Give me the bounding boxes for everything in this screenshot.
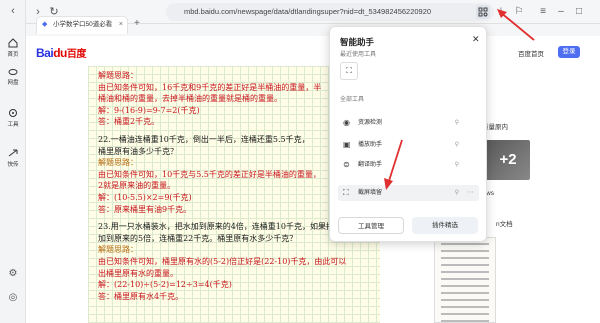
logo-cn: 百度	[66, 49, 87, 60]
tool-label: 资源检测	[358, 120, 383, 126]
tool-play-assistant[interactable]: ▣ 播放助手 ⚲	[338, 137, 479, 153]
tool-label: 播放助手	[358, 142, 383, 148]
rail-item-transfer[interactable]: 快传	[0, 148, 26, 168]
minimize-icon: –	[558, 6, 564, 17]
pin-icon[interactable]: ⚲	[455, 137, 459, 153]
close-tab-icon[interactable]: ×	[119, 17, 123, 33]
rail-label: 工具	[7, 122, 19, 128]
rail-label: 快传	[7, 162, 19, 168]
close-icon[interactable]: ✕	[472, 34, 480, 45]
extension-toolbar: ⤓ ⚐ ≡ – □	[470, 0, 600, 24]
rail-label: 首页	[7, 52, 19, 58]
pin-icon[interactable]: ⚲	[455, 115, 459, 131]
baidu-logo[interactable]: Baidu百度	[36, 45, 86, 60]
radar-icon: ◉	[343, 118, 350, 127]
recent-tool-screenshot[interactable]: ⛶	[340, 62, 358, 80]
rail-item-home[interactable]: 首页	[0, 38, 26, 58]
tab-strip: ◆ 小学数学口50道必看 × +	[26, 16, 600, 36]
tab-active[interactable]: ◆ 小学数学口50道必看 ×	[36, 16, 128, 34]
document-preview[interactable]	[434, 237, 496, 323]
left-rail: ‹ 首页 网盘 工具 快传 ⚙ ◎	[0, 0, 26, 323]
transfer-icon	[8, 149, 18, 157]
all-tools-label: 全部工具	[340, 97, 365, 103]
tool-label: 翻译助手	[358, 162, 383, 168]
rail-item-tools[interactable]: 工具	[0, 108, 26, 128]
tool-label: 截屏填留	[358, 190, 383, 196]
pin-icon[interactable]: ⚲	[455, 185, 459, 201]
tool-resource-detect[interactable]: ◉ 资源检测 ⚲	[338, 115, 479, 131]
play-icon: ▣	[343, 140, 351, 149]
plugin-picks-button[interactable]: 插件精选	[412, 217, 478, 234]
tool-manage-button[interactable]: 工具管理	[338, 217, 404, 234]
maximize-icon: □	[575, 6, 583, 17]
download-button[interactable]: ⤓	[494, 5, 508, 19]
more-icon[interactable]: ⋯	[467, 185, 474, 201]
minimize-button[interactable]: –	[554, 5, 568, 19]
related-thumbnail-more[interactable]: +2	[486, 140, 530, 180]
translate-icon: ⊜	[343, 160, 350, 169]
account-button[interactable]: ◎	[0, 292, 26, 303]
tab-favicon-icon: ◆	[42, 21, 48, 28]
popup-title: 智能助手	[340, 37, 375, 47]
back-button[interactable]: ‹	[0, 5, 26, 17]
related-caption[interactable]: ws	[486, 190, 494, 197]
tool-screenshot[interactable]: ⛶ 截屏填留 ⚲ ⋯	[338, 185, 479, 201]
screenshot-icon: ⛶	[343, 188, 349, 197]
download-icon: ⤓	[498, 6, 504, 17]
login-button[interactable]: 登录	[558, 46, 580, 58]
menu-icon: ≡	[540, 6, 546, 17]
new-tab-icon[interactable]: +	[134, 18, 140, 29]
tool-translate[interactable]: ⊜ 翻译助手 ⚲	[338, 157, 479, 173]
address-bar[interactable]: mbd.baidu.com/newspage/data/dtlandingsup…	[166, 3, 494, 21]
logo-text-red: du	[53, 46, 67, 60]
article-line: 答：桶里原有水4千克。	[98, 291, 184, 301]
logo-text: Bai	[36, 46, 54, 60]
tools-icon	[9, 109, 17, 117]
gear-icon: ⚙	[8, 268, 18, 279]
baidu-home-link[interactable]: 百度首页	[518, 48, 544, 58]
article-line: 由已知条件可知，桶里原有水的(5-2)倍正好是(22-10)千克，由此可以	[98, 256, 347, 266]
back-arrow-icon: ‹	[11, 5, 15, 17]
url-text: mbd.baidu.com/newspage/data/dtlandingsup…	[184, 7, 432, 16]
pin-icon[interactable]: ⚲	[455, 157, 459, 173]
assistant-popup: 智能助手 ✕ 最近使用工具 ⛶ 全部工具 ◉ 资源检测 ⚲ ▣ 播放助手 ⚲ ⊜…	[329, 26, 487, 242]
bookmark-button[interactable]: ⚐	[512, 5, 526, 19]
recent-tools-label: 最近使用工具	[340, 52, 377, 58]
article-line: 出桶里原有水的重量。	[98, 268, 178, 278]
settings-button[interactable]: ⚙	[0, 268, 26, 279]
rail-item-drive[interactable]: 网盘	[0, 66, 26, 86]
tab-title: 小学数学口50道必看	[53, 21, 113, 28]
assistant-grid-icon	[478, 7, 488, 17]
bookmark-icon: ⚐	[514, 6, 524, 17]
assistant-button[interactable]	[476, 5, 490, 19]
maximize-button[interactable]: □	[572, 5, 586, 19]
more-count-badge: +2	[499, 151, 517, 168]
home-icon	[8, 38, 18, 48]
article-line: 解题思路：	[98, 245, 138, 255]
screenshot-icon: ⛶	[346, 66, 352, 75]
menu-button[interactable]: ≡	[536, 5, 550, 19]
user-icon: ◎	[8, 292, 18, 303]
related-doc[interactable]: n文档	[496, 218, 513, 228]
rail-label: 网盘	[7, 80, 19, 86]
article-line: 解：(22-10)÷(5-2)=12÷3=4(千克)	[98, 280, 232, 290]
site-header: Baidu百度 百度首页 登录	[26, 36, 600, 66]
cloud-drive-icon	[8, 69, 18, 75]
